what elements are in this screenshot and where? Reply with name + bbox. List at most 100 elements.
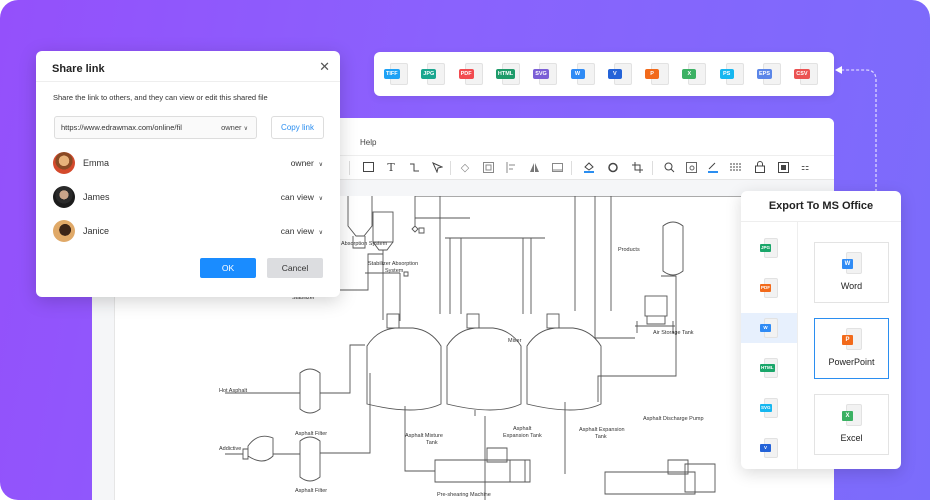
format-p-icon[interactable]: P	[645, 63, 671, 85]
cancel-button[interactable]: Cancel	[267, 258, 323, 278]
line-style-icon[interactable]	[729, 160, 743, 174]
label-absorption-system: Absorption System	[341, 241, 388, 247]
close-icon[interactable]: ✕	[319, 59, 330, 75]
format-tag: P	[645, 69, 660, 79]
label-pre-shearing-machine: Pre-shearing Machine	[437, 492, 491, 498]
divider	[741, 221, 901, 222]
copy-link-button[interactable]: Copy link	[271, 116, 324, 139]
asphalt-discharge-pump	[644, 295, 668, 317]
frame-icon[interactable]	[550, 160, 564, 174]
format-tag: P	[842, 335, 853, 345]
rectangle-icon[interactable]	[361, 160, 375, 174]
user-permission-value: owner	[290, 158, 314, 168]
format-tag: W	[760, 324, 771, 332]
format-tag: TIFF	[384, 69, 400, 79]
shape-style-icon[interactable]	[607, 160, 621, 174]
dashed-arrow-icon	[835, 66, 877, 192]
format-tiff-icon[interactable]: TIFF	[384, 63, 410, 85]
format-pdf-icon[interactable]: PDF	[458, 63, 485, 85]
menu-help[interactable]: Help	[360, 138, 376, 147]
zoom-fit-icon[interactable]	[684, 160, 698, 174]
user-row: Emma owner ∨	[53, 152, 323, 176]
export-side-item-jpg[interactable]: JPG	[741, 233, 797, 263]
format-tag: SVG	[533, 69, 549, 79]
toolbar-separator	[652, 161, 653, 175]
export-option-label: Word	[840, 281, 863, 291]
format-tag: HTML	[495, 69, 516, 79]
text-icon[interactable]: T	[384, 160, 398, 174]
export-side-item-w[interactable]: W	[741, 313, 797, 343]
user-row: James can view ∨	[53, 186, 323, 210]
share-link-url: https://www.edrawmax.com/online/fil	[61, 123, 182, 132]
label-asphalt-discharge-pump: Asphalt Discharge Pump	[643, 416, 704, 422]
layers-icon[interactable]: ◇	[458, 160, 472, 174]
group-icon[interactable]	[481, 160, 495, 174]
hot-asphalt-line	[225, 344, 365, 414]
avatar	[53, 220, 75, 242]
dialog-description: Share the link to others, and they can v…	[53, 93, 268, 102]
label-mixer: Mixer	[508, 338, 522, 344]
label-stabilizer-absorption-2: System	[385, 268, 404, 274]
label-asphalt-expansion-a-2: Expansion Tank	[503, 433, 542, 439]
format-tag: JPG	[421, 69, 437, 79]
format-svg-icon[interactable]: SVG	[533, 63, 559, 85]
format-csv-icon[interactable]: CSV	[794, 63, 820, 85]
pointer-icon[interactable]	[430, 160, 444, 174]
chevron-down-icon: ∨	[318, 196, 323, 202]
format-tag: EPS	[757, 69, 773, 79]
format-w-icon[interactable]: W	[570, 63, 597, 85]
label-hot-asphalt: Hot Asphalt	[219, 388, 248, 394]
more-icon[interactable]: ⚏	[798, 160, 812, 174]
search-icon[interactable]	[662, 160, 676, 174]
flip-icon[interactable]	[527, 160, 541, 174]
format-jpg-icon[interactable]: JPG	[421, 63, 447, 85]
format-v-icon[interactable]: V	[607, 63, 634, 85]
format-x-icon[interactable]: X	[682, 63, 708, 85]
fill-color-icon[interactable]	[582, 160, 596, 174]
user-permission-value: can view	[280, 192, 314, 202]
export-side-item-v[interactable]: V	[741, 433, 797, 463]
avatar	[53, 152, 75, 174]
export-option-word[interactable]: W Word	[814, 242, 889, 303]
pre-shearing-machine	[404, 406, 531, 483]
format-eps-icon[interactable]: EPS	[757, 63, 783, 85]
user-permission-select[interactable]: owner ∨	[291, 158, 323, 168]
chevron-down-icon: ∨	[318, 162, 323, 168]
export-option-label: Excel	[840, 433, 863, 443]
export-side-item-svg[interactable]: SVG	[741, 393, 797, 423]
crop-icon[interactable]	[630, 160, 644, 174]
divider	[36, 81, 340, 82]
format-tag: HTML	[760, 364, 775, 372]
dialog-title: Share link	[52, 63, 105, 75]
format-tag: V	[760, 444, 771, 452]
divider	[797, 222, 798, 469]
label-asphalt-filter-2: Asphalt Filter	[295, 488, 328, 494]
label-asphalt-filter-1: Asphalt Filter	[295, 431, 328, 437]
export-side-item-html[interactable]: HTML	[741, 353, 797, 383]
link-permission-select[interactable]: owner ∨	[221, 123, 248, 132]
format-tag: CSV	[794, 69, 810, 79]
air-storage-tank	[662, 221, 684, 276]
line-color-icon[interactable]	[706, 160, 720, 174]
export-option-excel[interactable]: X Excel	[814, 394, 889, 455]
format-ps-icon[interactable]: PS	[719, 63, 746, 85]
asphalt-expansion-tank-b	[526, 327, 602, 411]
ok-button[interactable]: OK	[200, 258, 256, 278]
user-permission-select[interactable]: can view ∨	[281, 226, 323, 236]
export-option-label: PowerPoint	[828, 357, 875, 367]
user-permission-select[interactable]: can view ∨	[281, 192, 323, 202]
user-row: Janice can view ∨	[53, 220, 323, 244]
format-html-icon[interactable]: HTML	[495, 63, 522, 85]
link-permission-value: owner	[221, 123, 242, 132]
export-option-powerpoint[interactable]: P PowerPoint	[814, 318, 889, 379]
format-tag: X	[842, 411, 853, 421]
screenshot-icon[interactable]	[776, 160, 790, 174]
format-tag: W	[570, 69, 585, 79]
export-side-item-pdf[interactable]: PDF	[741, 273, 797, 303]
lock-icon[interactable]	[753, 160, 767, 174]
format-tag: V	[607, 69, 622, 79]
asphalt-mixture-tank	[366, 327, 442, 411]
align-icon[interactable]	[504, 160, 518, 174]
connector-icon[interactable]	[407, 160, 421, 174]
share-link-input[interactable]: https://www.edrawmax.com/online/fil owne…	[54, 116, 257, 139]
